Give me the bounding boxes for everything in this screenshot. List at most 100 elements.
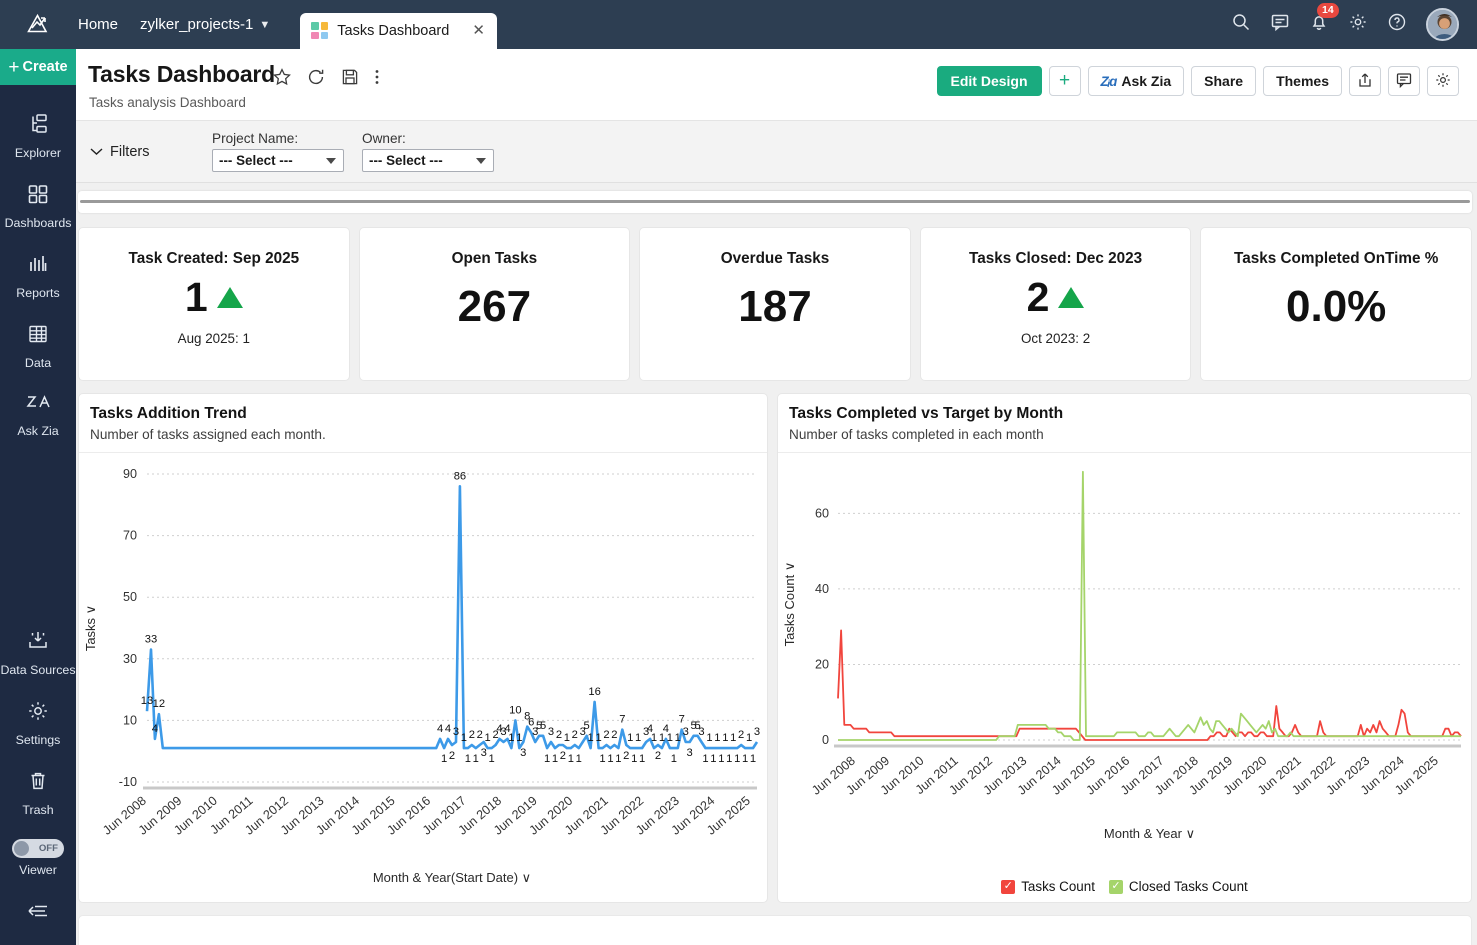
svg-text:1: 1 <box>651 732 657 744</box>
collapse-left-icon[interactable] <box>25 886 51 945</box>
app-logo-icon[interactable] <box>0 11 76 39</box>
svg-text:1: 1 <box>706 732 712 744</box>
sidebar-item-dashboards[interactable]: Dashboards <box>0 169 76 239</box>
kpi-card-completed-ontime[interactable]: Tasks Completed OnTime % 0.0% <box>1200 227 1472 381</box>
comment-button[interactable] <box>1388 66 1420 96</box>
sidebar-item-trash[interactable]: Trash <box>0 756 76 826</box>
create-button[interactable]: + Create <box>0 49 76 85</box>
kpi-footer: Aug 2025: 1 <box>178 331 250 346</box>
svg-text:2: 2 <box>449 750 455 762</box>
legend-label: Closed Tasks Count <box>1129 879 1248 894</box>
svg-text:1: 1 <box>722 732 728 744</box>
viewer-toggle[interactable]: OFF <box>12 839 64 858</box>
sidebar-item-label: Ask Zia <box>17 424 58 438</box>
more-options-icon[interactable] <box>374 67 380 92</box>
kpi-card-tasks-closed[interactable]: Tasks Closed: Dec 2023 2 Oct 2023: 2 <box>920 227 1192 381</box>
favorite-star-icon[interactable] <box>272 67 292 92</box>
chevron-down-icon <box>326 158 336 164</box>
notification-badge: 14 <box>1317 3 1339 18</box>
svg-text:3: 3 <box>683 726 689 738</box>
svg-text:3: 3 <box>687 747 693 759</box>
chart-card-tasks-addition-trend[interactable]: Tasks Addition Trend Number of tasks ass… <box>78 393 768 903</box>
filter-label: Owner: <box>362 131 494 146</box>
chart-plot-area[interactable]: -101030507090133341241423861121231124341… <box>79 452 767 902</box>
svg-text:1: 1 <box>718 753 724 765</box>
gear-icon[interactable] <box>1348 12 1368 37</box>
filters-label: Filters <box>110 144 149 160</box>
kpi-footer: Oct 2023: 2 <box>1021 331 1090 346</box>
nav-home-link[interactable]: Home <box>78 16 118 33</box>
chat-icon[interactable] <box>1270 12 1290 37</box>
themes-button[interactable]: Themes <box>1263 66 1342 96</box>
close-icon[interactable]: ✕ <box>472 23 485 38</box>
add-button[interactable]: + <box>1049 66 1081 96</box>
svg-text:1: 1 <box>508 732 514 744</box>
dashboard-settings-button[interactable] <box>1427 66 1459 96</box>
sidebar-item-data-sources[interactable]: Data Sources <box>0 616 76 686</box>
save-icon[interactable] <box>340 67 360 92</box>
svg-text:1: 1 <box>544 753 550 765</box>
ask-zia-icon <box>25 392 51 419</box>
svg-text:1: 1 <box>710 753 716 765</box>
chart-card-tasks-completed-vs-target[interactable]: Tasks Completed vs Target by Month Numbe… <box>777 393 1472 903</box>
svg-text:1: 1 <box>576 753 582 765</box>
workspace-selector[interactable]: zylker_projects-1 ▼ <box>140 16 270 33</box>
filter-label: Project Name: <box>212 131 344 146</box>
chart-title: Tasks Addition Trend <box>90 405 247 423</box>
legend-swatch: ✓ <box>1109 880 1123 894</box>
avatar[interactable] <box>1426 8 1459 41</box>
trash-icon <box>26 769 50 798</box>
page-subtitle: Tasks analysis Dashboard <box>89 95 246 110</box>
sidebar-item-reports[interactable]: Reports <box>0 239 76 309</box>
viewer-toggle-group[interactable]: OFF Viewer <box>0 826 76 886</box>
chart-plot-area[interactable]: 0204060Jun 2008Jun 2009Jun 2010Jun 2011J… <box>778 452 1471 902</box>
legend-item-closed-tasks-count[interactable]: ✓ Closed Tasks Count <box>1109 879 1248 894</box>
svg-text:Month & Year ∨: Month & Year ∨ <box>1104 826 1195 841</box>
legend-item-tasks-count[interactable]: ✓ Tasks Count <box>1001 879 1095 894</box>
share-button[interactable]: Share <box>1191 66 1256 96</box>
sidebar-item-settings[interactable]: Settings <box>0 686 76 756</box>
reports-bars-icon <box>26 252 50 281</box>
search-icon[interactable] <box>1231 12 1251 37</box>
owner-select[interactable]: --- Select --- <box>362 149 494 172</box>
svg-text:1: 1 <box>488 753 494 765</box>
kpi-card-overdue-tasks[interactable]: Overdue Tasks 187 <box>639 227 911 381</box>
notification-bell-icon[interactable]: 14 <box>1309 12 1329 37</box>
edit-design-button[interactable]: Edit Design <box>937 66 1042 96</box>
ask-zia-button[interactable]: Zᵢɑ Ask Zia <box>1088 66 1185 96</box>
svg-text:1: 1 <box>635 732 641 744</box>
gear-icon <box>26 699 50 728</box>
data-sources-icon <box>26 629 50 658</box>
svg-text:1: 1 <box>671 753 677 765</box>
kpi-card-open-tasks[interactable]: Open Tasks 267 <box>359 227 631 381</box>
topbar-actions: 14 <box>1231 8 1477 41</box>
svg-text:3: 3 <box>481 747 487 759</box>
chevron-down-icon <box>476 158 486 164</box>
svg-text:1: 1 <box>552 753 558 765</box>
sidebar-item-ask-zia[interactable]: Ask Zia <box>0 379 76 447</box>
multi-line-chart-svg: 0204060Jun 2008Jun 2009Jun 2010Jun 2011J… <box>778 452 1472 872</box>
title-icon-group <box>272 67 380 92</box>
sidebar-item-explorer[interactable]: Explorer <box>0 99 76 169</box>
svg-text:10: 10 <box>123 713 137 727</box>
app-root: Home zylker_projects-1 ▼ Tasks Dashboard… <box>0 0 1477 945</box>
project-name-select[interactable]: --- Select --- <box>212 149 344 172</box>
sidebar-item-data[interactable]: Data <box>0 309 76 379</box>
svg-text:1: 1 <box>639 753 645 765</box>
svg-text:Tasks Count ∨: Tasks Count ∨ <box>782 562 797 647</box>
tab-tasks-dashboard[interactable]: Tasks Dashboard ✕ <box>300 13 497 49</box>
filters-toggle[interactable]: Filters <box>90 144 149 160</box>
data-table-icon <box>26 322 50 351</box>
svg-text:2: 2 <box>572 729 578 741</box>
svg-text:1: 1 <box>599 753 605 765</box>
export-button[interactable] <box>1349 66 1381 96</box>
svg-text:2: 2 <box>469 729 475 741</box>
kpi-value: 1 <box>185 274 208 321</box>
kpi-card-task-created[interactable]: Task Created: Sep 2025 1 Aug 2025: 1 <box>78 227 350 381</box>
refresh-icon[interactable] <box>306 67 326 92</box>
kpi-title: Open Tasks <box>452 250 538 268</box>
canvas-divider[interactable] <box>78 191 1472 213</box>
help-circle-icon[interactable] <box>1387 12 1407 37</box>
explorer-icon <box>26 112 50 141</box>
svg-text:2: 2 <box>603 729 609 741</box>
